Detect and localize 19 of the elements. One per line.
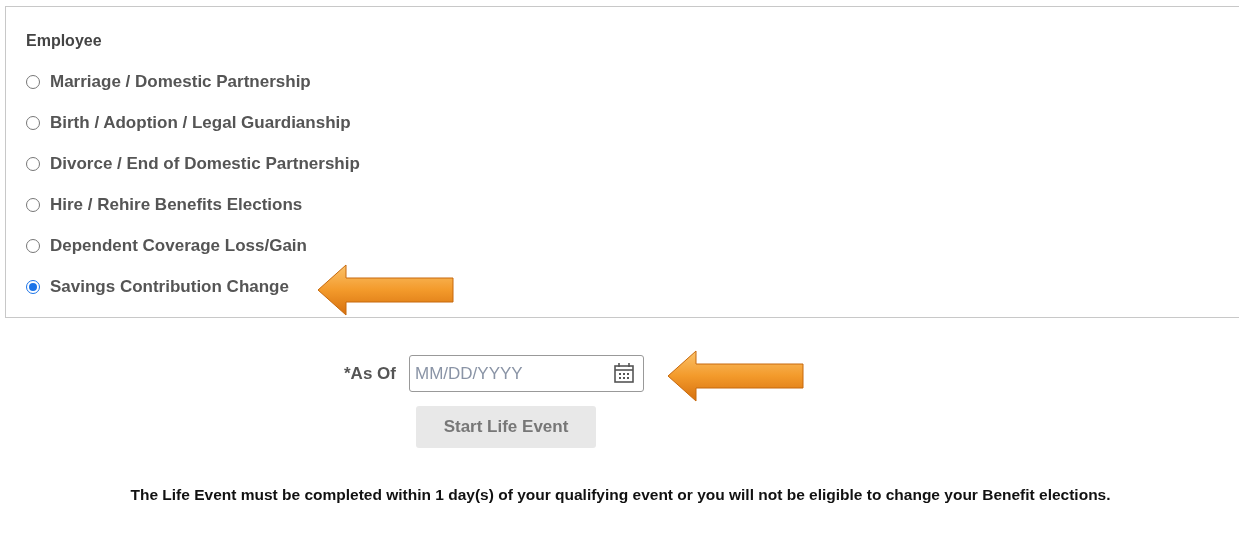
field-label: *As Of <box>344 363 396 384</box>
section-title: Employee <box>26 31 103 51</box>
radio-button[interactable] <box>26 157 40 171</box>
radio-button[interactable] <box>26 116 40 130</box>
calendar-icon[interactable] <box>612 362 635 384</box>
option-label[interactable]: Savings Contribution Change <box>50 277 289 297</box>
radio-button[interactable] <box>26 75 40 89</box>
arrow-icon <box>666 350 806 402</box>
radio-button[interactable] <box>26 239 40 253</box>
option-label[interactable]: Marriage / Domestic Partnership <box>50 72 311 92</box>
date-field[interactable]: MM/DD/YYYY <box>408 355 644 392</box>
option-label[interactable]: Divorce / End of Domestic Partnership <box>50 154 360 174</box>
option-label[interactable]: Dependent Coverage Loss/Gain <box>50 236 307 256</box>
radio-button[interactable] <box>26 198 40 212</box>
radio-button[interactable] <box>26 280 40 294</box>
notice-text: The Life Event must be completed within 1 day(s) of your qualifying event or you will not be eligible to change your Benefit elections. <box>129 486 1112 504</box>
option-label[interactable]: Birth / Adoption / Legal Guardianship <box>50 113 351 133</box>
arrow-icon <box>316 264 456 316</box>
option-label[interactable]: Hire / Rehire Benefits Elections <box>50 195 303 215</box>
